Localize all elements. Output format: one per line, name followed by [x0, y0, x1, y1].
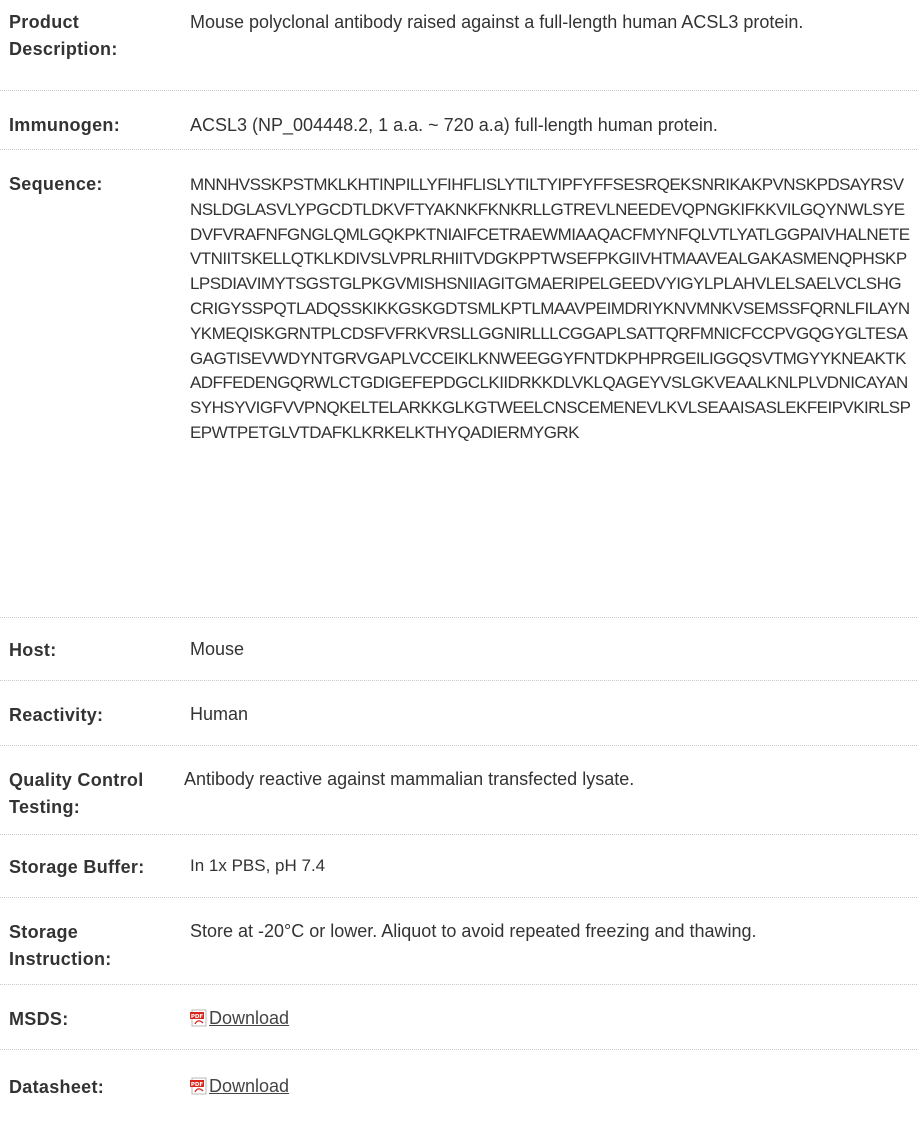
sequence-value: MNNHVSSKPSTMKLKHTINPILLYFIHFLISLYTILTYIP… — [190, 175, 911, 442]
reactivity-label: Reactivity: — [9, 705, 104, 725]
pdf-icon: PDF — [190, 1077, 207, 1095]
pdf-icon: PDF — [190, 1009, 207, 1027]
storage-buffer-label: Storage Buffer: — [9, 857, 145, 877]
qc-testing-label: Quality Control Testing: — [9, 770, 144, 817]
sequence-label: Sequence: — [9, 174, 103, 194]
row-immunogen: Immunogen: ACSL3 (NP_004448.2, 1 a.a. ~ … — [0, 91, 917, 150]
row-storage-buffer: Storage Buffer: In 1x PBS, pH 7.4 — [0, 835, 917, 898]
host-label: Host: — [9, 640, 57, 660]
immunogen-label: Immunogen: — [9, 115, 120, 135]
row-msds: MSDS: PDF Download — [0, 985, 917, 1050]
row-host: Host: Mouse — [0, 618, 917, 681]
row-reactivity: Reactivity: Human — [0, 681, 917, 746]
msds-download-link[interactable]: PDF Download — [190, 1006, 289, 1030]
storage-instruction-label: Storage Instruction: — [9, 922, 112, 969]
host-value: Mouse — [190, 639, 245, 659]
storage-buffer-value: In 1x PBS, pH 7.4 — [190, 856, 326, 875]
row-product-description: Product Description: Mouse polyclonal an… — [0, 0, 917, 91]
product-spec-table: Product Description: Mouse polyclonal an… — [0, 0, 917, 1120]
product-description-value: Mouse polyclonal antibody raised against… — [190, 12, 804, 32]
msds-download-text: Download — [209, 1008, 290, 1028]
datasheet-download-link[interactable]: PDF Download — [190, 1074, 289, 1098]
datasheet-value: PDF Download — [181, 1074, 917, 1120]
svg-text:PDF: PDF — [191, 1014, 204, 1020]
msds-label: MSDS: — [9, 1009, 69, 1029]
product-description-label: Product Description: — [9, 12, 118, 59]
storage-instruction-value: Store at -20°C or lower. Aliquot to avoi… — [190, 921, 757, 941]
row-sequence: Sequence: MNNHVSSKPSTMKLKHTINPILLYFIHFLI… — [0, 150, 917, 618]
immunogen-value: ACSL3 (NP_004448.2, 1 a.a. ~ 720 a.a) fu… — [190, 115, 718, 135]
qc-testing-value: Antibody reactive against mammalian tran… — [184, 769, 635, 789]
msds-value: PDF Download — [181, 1006, 917, 1049]
datasheet-download-text: Download — [209, 1076, 290, 1096]
datasheet-label: Datasheet: — [9, 1077, 105, 1097]
reactivity-value: Human — [190, 704, 249, 724]
row-datasheet: Datasheet: PDF Download — [0, 1050, 917, 1120]
svg-text:PDF: PDF — [191, 1082, 204, 1088]
row-qc-testing: Quality Control Testing: Antibody reacti… — [0, 746, 917, 835]
row-storage-instruction: Storage Instruction: Store at -20°C or l… — [0, 898, 917, 985]
